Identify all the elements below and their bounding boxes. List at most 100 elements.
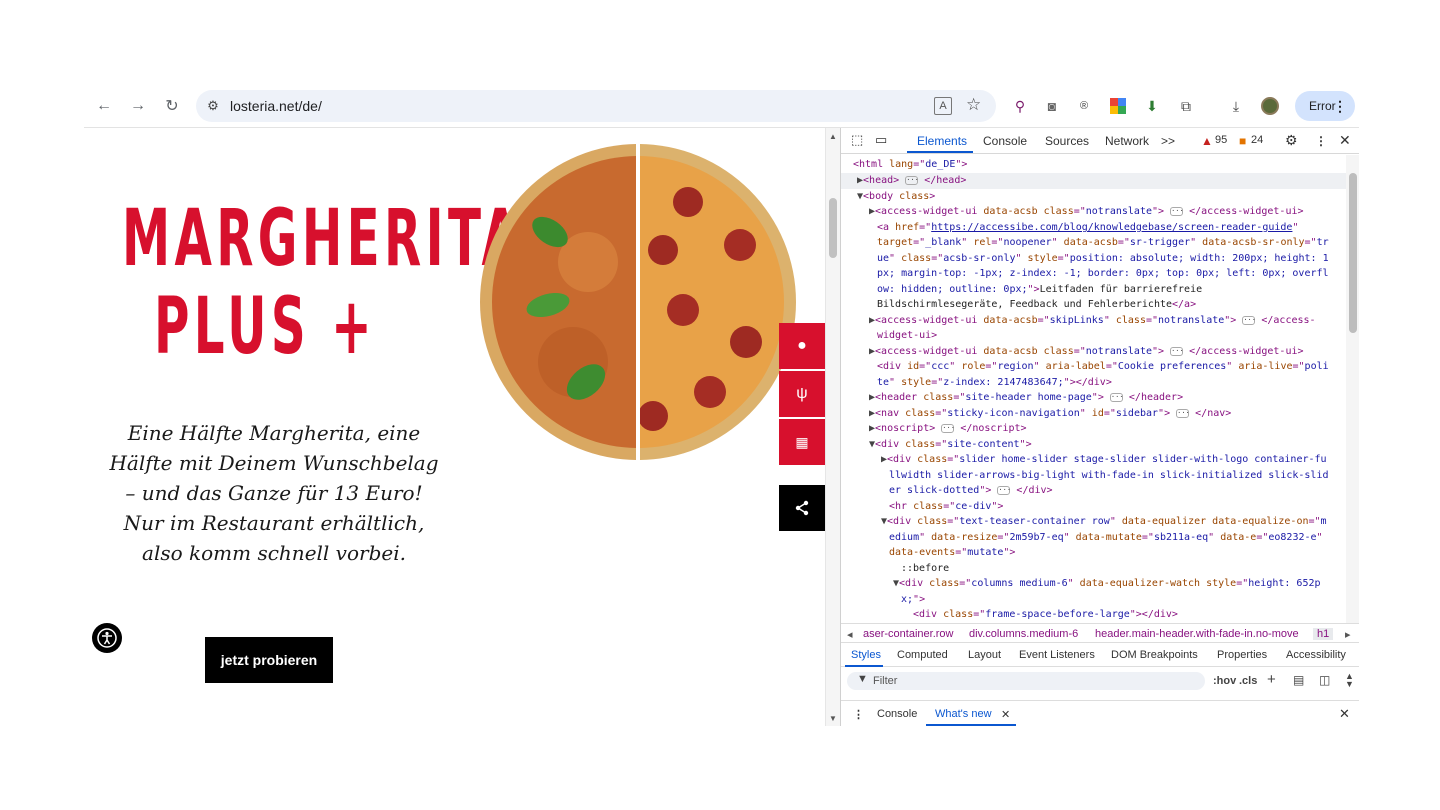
try-now-button[interactable]: jetzt probieren (205, 637, 333, 683)
dom-node[interactable]: <div id="ccc" role="region" aria-label="… (841, 359, 1346, 375)
translate-icon[interactable]: A (934, 97, 952, 115)
menu-dots-icon[interactable]: ⋮ (1333, 91, 1347, 121)
breadcrumb-item[interactable]: header.main-header.with-fade-in.no-move (1095, 628, 1299, 640)
scroll-up-icon[interactable]: ▲ (829, 132, 837, 141)
dom-node[interactable]: widget-ui> (841, 328, 1346, 344)
back-icon[interactable]: ← (92, 94, 116, 118)
inspect-element-icon[interactable]: ⬚ (851, 132, 863, 148)
dom-node[interactable]: ▶<head> ··· </head> (841, 173, 1346, 189)
dom-node[interactable]: te" style="z-index: 2147483647;"></div> (841, 375, 1346, 391)
tab-event-listeners[interactable]: Event Listeners (1019, 649, 1095, 661)
tab-styles[interactable]: Styles (851, 649, 881, 661)
error-button[interactable]: Error ⋮ (1295, 91, 1355, 121)
dom-node[interactable]: x;"> (841, 592, 1346, 608)
more-tabs-icon[interactable]: >> (1161, 134, 1175, 148)
reservation-button[interactable]: ▦ (779, 419, 825, 465)
dom-node[interactable]: <html lang="de_DE"> (841, 157, 1346, 173)
tab-network[interactable]: Network (1105, 134, 1149, 148)
dom-tree[interactable]: <html lang="de_DE"> ▶<head> ··· </head> … (841, 155, 1346, 623)
url-text[interactable]: losteria.net/de/ (230, 98, 322, 114)
breadcrumb-item[interactable]: div.columns.medium-6 (969, 628, 1078, 640)
share-button[interactable] (779, 485, 825, 531)
tab-layout[interactable]: Layout (968, 649, 1001, 661)
forward-icon[interactable]: → (126, 94, 150, 118)
dom-scrollbar[interactable] (1346, 155, 1359, 623)
tune-icon[interactable]: ⚙ (204, 97, 222, 115)
close-tab-icon[interactable]: ✕ (1001, 708, 1010, 721)
device-toolbar-icon[interactable]: ▭ (875, 132, 887, 148)
tab-elements[interactable]: Elements (917, 134, 967, 148)
expand-collapse-icon[interactable]: ▲ ▼ (1345, 672, 1354, 689)
dom-node[interactable]: data-events="mutate"> (841, 545, 1346, 561)
star-icon[interactable]: ☆ (966, 95, 981, 115)
sidebar-toggle-icon[interactable]: ◫ (1319, 673, 1330, 687)
tab-accessibility[interactable]: Accessibility (1286, 649, 1346, 661)
extension-badge-icon[interactable]: ® (1074, 96, 1094, 116)
download-icon[interactable]: ⤓ (1226, 96, 1246, 116)
tab-dom-breakpoints[interactable]: DOM Breakpoints (1111, 649, 1198, 661)
dom-node[interactable]: ▼<div class="text-teaser-container row" … (841, 514, 1346, 530)
dom-node[interactable]: ▶<access-widget-ui data-acsb class="notr… (841, 204, 1346, 220)
settings-gear-icon[interactable]: ⚙ (1285, 132, 1298, 149)
puzzle-icon[interactable]: ⧉ (1176, 96, 1196, 116)
drawer-tab-whats-new[interactable]: What's new (935, 708, 992, 720)
dom-node[interactable]: Bildschirmlesegeräte, Feedback und Fehle… (841, 297, 1346, 313)
dom-node[interactable]: ▶<noscript> ··· </noscript> (841, 421, 1346, 437)
class-toggle[interactable]: .cls (1239, 675, 1257, 687)
dom-scroll-thumb[interactable] (1349, 173, 1357, 333)
dom-node[interactable]: ▶<access-widget-ui data-acsb class="notr… (841, 344, 1346, 360)
page-scrollbar[interactable]: ▲ ▼ (825, 128, 840, 726)
dom-node[interactable]: ▶<access-widget-ui data-acsb="skipLinks"… (841, 313, 1346, 329)
scroll-down-icon[interactable]: ▼ (829, 714, 837, 723)
colorful-extension-icon[interactable] (1108, 96, 1128, 116)
breadcrumb-item[interactable]: aser-container.row (863, 628, 954, 640)
dom-node[interactable]: <hr class="ce-div"> (841, 499, 1346, 515)
issues-icon[interactable]: ■ (1239, 134, 1246, 148)
dom-node[interactable]: ▼<div class="site-content"> (841, 437, 1346, 453)
issues-count[interactable]: 24 (1251, 134, 1263, 146)
dom-node[interactable]: target="_blank" rel="noopener" data-acsb… (841, 235, 1346, 251)
address-bar[interactable]: ⚙ losteria.net/de/ A ☆ (196, 90, 996, 122)
close-drawer-icon[interactable]: ✕ (1339, 706, 1350, 722)
dom-node[interactable]: px; margin-top: -1px; z-index: -1; borde… (841, 266, 1346, 282)
dom-node[interactable]: ▶<header class="site-header home-page"> … (841, 390, 1346, 406)
warning-icon[interactable]: ▲ (1201, 134, 1213, 148)
warning-count[interactable]: 95 (1215, 134, 1227, 146)
dom-node[interactable]: ow: hidden; outline: 0px;">Leitfaden für… (841, 282, 1346, 298)
dom-node[interactable]: ▶<nav class="sticky-icon-navigation" id=… (841, 406, 1346, 422)
dom-node[interactable]: ::before (841, 561, 1346, 577)
breadcrumb-item-active[interactable]: h1 (1313, 628, 1334, 640)
dom-node[interactable]: ue" class="acsb-sr-only" style="position… (841, 251, 1346, 267)
tab-computed[interactable]: Computed (897, 649, 948, 661)
extension-key-icon[interactable]: ⚲ (1010, 96, 1030, 116)
avatar[interactable] (1260, 96, 1280, 116)
paint-icon[interactable]: ▤ (1293, 673, 1304, 687)
drawer-menu-icon[interactable]: ⋮ (853, 708, 864, 721)
dom-node[interactable]: ▶<div class="slider home-slider stage-sl… (841, 452, 1346, 468)
menu-button[interactable]: ψ (779, 371, 825, 417)
reload-icon[interactable]: ↻ (160, 94, 184, 118)
breadcrumb-scroll-left-icon[interactable]: ◂ (847, 628, 853, 641)
location-button[interactable]: ● (779, 323, 825, 369)
scroll-thumb[interactable] (829, 198, 837, 258)
dom-node[interactable]: ▼<body class> (841, 189, 1346, 205)
devtools-menu-icon[interactable]: ⋮ (1315, 134, 1327, 148)
download-arrow-extension-icon[interactable]: ⬇ (1142, 96, 1162, 116)
accessibility-icon[interactable] (92, 623, 122, 653)
dom-node[interactable]: er slick-dotted"> ··· </div> (841, 483, 1346, 499)
dom-node[interactable]: llwidth slider-arrows-big-light with-fad… (841, 468, 1346, 484)
dom-node[interactable]: ▼<div class="columns medium-6" data-equa… (841, 576, 1346, 592)
drawer-tab-console[interactable]: Console (877, 708, 917, 720)
tab-properties[interactable]: Properties (1217, 649, 1267, 661)
dom-node[interactable]: <div class="frame-space-before-large"></… (841, 607, 1346, 623)
add-rule-icon[interactable]: + (1267, 671, 1276, 688)
tab-console[interactable]: Console (983, 134, 1027, 148)
dom-node[interactable]: edium" data-resize="2m59b7-eq" data-muta… (841, 530, 1346, 546)
tab-sources[interactable]: Sources (1045, 134, 1089, 148)
breadcrumb-scroll-right-icon[interactable]: ▸ (1345, 628, 1351, 641)
dom-node[interactable]: <a href="https://accessibe.com/blog/know… (841, 220, 1346, 236)
hover-state-toggle[interactable]: :hov (1213, 675, 1236, 687)
filter-input[interactable]: ▼ Filter (847, 672, 1205, 690)
camera-icon[interactable]: ◙ (1042, 96, 1062, 116)
close-devtools-icon[interactable]: ✕ (1339, 132, 1351, 149)
